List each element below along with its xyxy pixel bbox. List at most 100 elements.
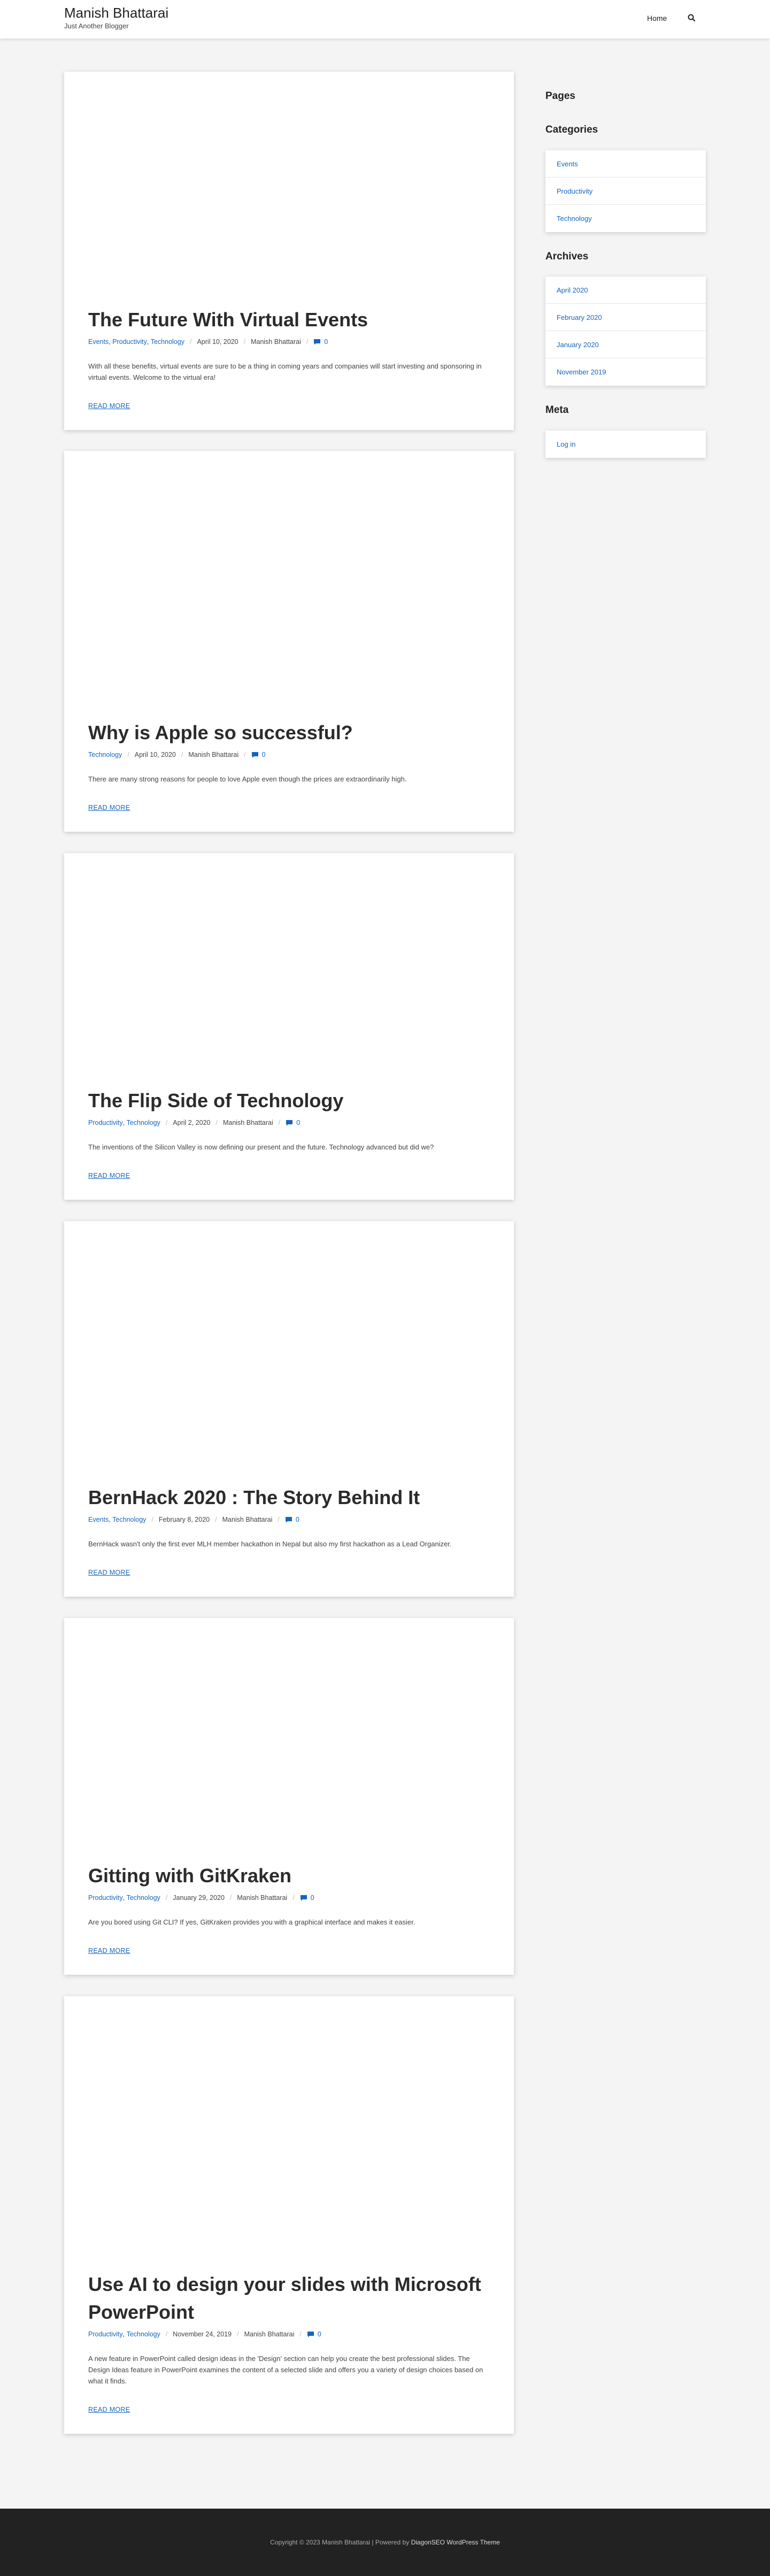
sidebar-item-login[interactable]: Log in: [545, 431, 706, 458]
search-icon[interactable]: [687, 13, 697, 24]
comment-icon: [314, 339, 321, 345]
categories-list: Events Productivity Technology: [545, 150, 706, 232]
post-author[interactable]: Manish Bhattarai: [222, 1515, 273, 1524]
meta-separator: /: [278, 1516, 280, 1523]
meta-separator: /: [243, 338, 246, 346]
widget-title-archives: Archives: [545, 251, 589, 262]
meta-separator: /: [237, 2330, 239, 2338]
read-more-link[interactable]: READ MORE: [88, 1947, 130, 1954]
category-link[interactable]: Productivity: [88, 1893, 123, 1903]
category-link[interactable]: Productivity: [88, 2329, 123, 2339]
sidebar-item-category[interactable]: Events: [545, 150, 706, 178]
sidebar-item-archive[interactable]: November 2019: [545, 358, 706, 386]
post-date[interactable]: April 10, 2020: [197, 337, 238, 347]
post-card: The Future With Virtual Events Events, P…: [64, 72, 514, 430]
post-title[interactable]: The Future With Virtual Events: [88, 306, 490, 334]
post-card: The Flip Side of Technology Productivity…: [64, 853, 514, 1200]
comment-count: 0: [295, 1516, 299, 1523]
comment-icon: [251, 752, 258, 758]
category-link[interactable]: Productivity: [112, 337, 147, 347]
comments-link[interactable]: 0: [313, 337, 328, 347]
post-card: Gitting with GitKraken Productivity, Tec…: [64, 1618, 514, 1975]
meta-list: Log in: [545, 431, 706, 458]
comment-count: 0: [317, 2330, 321, 2338]
meta-separator: /: [215, 1516, 217, 1523]
post-meta: Productivity, Technology / April 2, 2020…: [88, 1118, 301, 1128]
site-footer: Copyright © 2023 Manish Bhattarai | Powe…: [0, 2509, 770, 2576]
category-link[interactable]: Technology: [88, 750, 122, 760]
site-header: Manish Bhattarai Just Another Blogger Ho…: [0, 0, 770, 39]
footer-theme-link[interactable]: DiagonSEO WordPress Theme: [411, 2539, 500, 2546]
category-link[interactable]: Technology: [112, 1515, 146, 1524]
widget-title-categories: Categories: [545, 124, 598, 135]
post-title[interactable]: The Flip Side of Technology: [88, 1087, 490, 1115]
post-author[interactable]: Manish Bhattarai: [223, 1118, 273, 1128]
read-more-link[interactable]: READ MORE: [88, 402, 130, 410]
post-author[interactable]: Manish Bhattarai: [188, 750, 238, 760]
comments-link[interactable]: 0: [300, 1893, 314, 1903]
sidebar-item-archive[interactable]: February 2020: [545, 304, 706, 331]
meta-separator: /: [127, 751, 129, 758]
post-title[interactable]: Why is Apple so successful?: [88, 719, 490, 747]
comments-link[interactable]: 0: [285, 1515, 299, 1524]
category-link[interactable]: Events: [88, 337, 109, 347]
sidebar-item-category[interactable]: Productivity: [545, 178, 706, 205]
post-title[interactable]: Use AI to design your slides with Micros…: [88, 2271, 490, 2326]
post-title[interactable]: BernHack 2020 : The Story Behind It: [88, 1484, 490, 1512]
post-content: The Future With Virtual Events Events, P…: [88, 306, 490, 411]
meta-separator: /: [292, 1894, 295, 1902]
category-link[interactable]: Events: [88, 1515, 109, 1524]
read-more-link[interactable]: READ MORE: [88, 1569, 130, 1576]
post-content: Gitting with GitKraken Productivity, Tec…: [88, 1862, 490, 1956]
read-more-link[interactable]: READ MORE: [88, 804, 130, 811]
post-meta: Productivity, Technology / November 24, …: [88, 2329, 321, 2339]
sidebar-item-category[interactable]: Technology: [545, 205, 706, 232]
read-more-link[interactable]: READ MORE: [88, 1172, 130, 1179]
meta-separator: /: [189, 338, 192, 346]
sidebar-item-archive[interactable]: January 2020: [545, 331, 706, 358]
post-card: BernHack 2020 : The Story Behind It Even…: [64, 1221, 514, 1597]
meta-separator: /: [278, 1119, 281, 1126]
post-meta: Productivity, Technology / January 29, 2…: [88, 1893, 314, 1903]
meta-separator: /: [244, 751, 246, 758]
comment-count: 0: [310, 1894, 314, 1902]
comments-link[interactable]: 0: [286, 1118, 300, 1128]
sidebar-item-archive[interactable]: April 2020: [545, 277, 706, 304]
comment-icon: [285, 1517, 292, 1523]
comment-icon: [300, 1895, 307, 1901]
post-content: The Flip Side of Technology Productivity…: [88, 1087, 490, 1180]
site-title[interactable]: Manish Bhattarai: [64, 4, 168, 21]
post-author[interactable]: Manish Bhattarai: [251, 337, 301, 347]
post-card: Why is Apple so successful? Technology /…: [64, 451, 514, 832]
meta-separator: /: [306, 338, 309, 346]
post-author[interactable]: Manish Bhattarai: [237, 1893, 287, 1903]
post-date[interactable]: April 10, 2020: [135, 750, 176, 760]
meta-separator: /: [151, 1516, 153, 1523]
category-link[interactable]: Productivity: [88, 1118, 123, 1128]
read-more-link[interactable]: READ MORE: [88, 2406, 130, 2413]
nav-home-link[interactable]: Home: [647, 14, 667, 22]
post-title[interactable]: Gitting with GitKraken: [88, 1862, 490, 1890]
post-author[interactable]: Manish Bhattarai: [244, 2329, 295, 2339]
comment-count: 0: [261, 751, 266, 758]
comments-link[interactable]: 0: [251, 750, 266, 760]
post-meta: Events, Technology / February 8, 2020 / …: [88, 1515, 299, 1524]
widget-title-meta: Meta: [545, 404, 569, 416]
post-excerpt: The inventions of the Silicon Valley is …: [88, 1143, 434, 1151]
category-link[interactable]: Technology: [127, 1118, 160, 1128]
meta-separator: /: [165, 1894, 168, 1902]
category-link[interactable]: Technology: [127, 1893, 160, 1903]
post-date[interactable]: January 29, 2020: [173, 1893, 225, 1903]
footer-text: Copyright © 2023 Manish Bhattarai | Powe…: [0, 2539, 770, 2546]
post-date[interactable]: November 24, 2019: [173, 2329, 232, 2339]
post-excerpt: There are many strong reasons for people…: [88, 775, 407, 783]
meta-separator: /: [165, 1119, 168, 1126]
meta-separator: /: [181, 751, 183, 758]
post-date[interactable]: April 2, 2020: [173, 1118, 210, 1128]
comments-link[interactable]: 0: [307, 2329, 321, 2339]
post-card: Use AI to design your slides with Micros…: [64, 1996, 514, 2434]
post-date[interactable]: February 8, 2020: [159, 1515, 210, 1524]
category-link[interactable]: Technology: [127, 2329, 160, 2339]
category-link[interactable]: Technology: [151, 337, 184, 347]
footer-copyright: Copyright © 2023 Manish Bhattarai | Powe…: [270, 2539, 410, 2546]
